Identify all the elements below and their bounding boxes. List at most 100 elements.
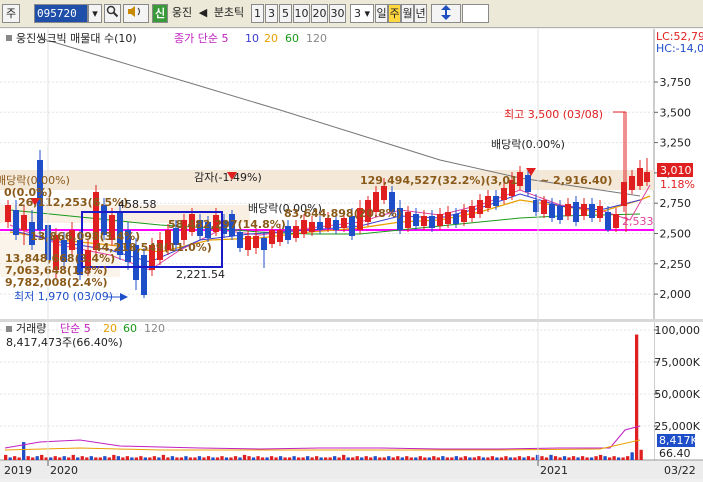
- box-low-annotation: 2,221.54: [176, 268, 225, 281]
- candle: [21, 215, 27, 230]
- volume-bar: [612, 456, 616, 460]
- volume-bar: [445, 457, 449, 460]
- updown-arrow-icon[interactable]: [431, 4, 461, 23]
- volume-bar: [256, 456, 260, 460]
- period-week[interactable]: 주: [388, 4, 401, 23]
- volume-bar: [202, 457, 206, 460]
- interval-1[interactable]: 1: [251, 4, 264, 23]
- ma20-legend: 20: [264, 32, 278, 45]
- tick-interval-label[interactable]: 분초틱: [208, 4, 250, 23]
- candle: [549, 204, 555, 218]
- volume-bar: [139, 456, 143, 460]
- current-pct: 1.18%: [660, 178, 695, 191]
- volume-bar: [17, 457, 21, 460]
- volume-bar: [328, 457, 332, 460]
- volume-bar: [490, 456, 495, 460]
- volume-bar: [152, 456, 157, 460]
- candle: [477, 200, 483, 214]
- blank-input[interactable]: [462, 4, 489, 23]
- volume-bar: [53, 456, 57, 460]
- candle: [245, 236, 251, 250]
- arrow-left-icon[interactable]: ◀: [198, 4, 208, 23]
- period-year[interactable]: 년: [414, 4, 427, 23]
- candle: [237, 232, 243, 248]
- new-badge[interactable]: 신: [152, 4, 168, 23]
- volume-bar: [553, 456, 558, 460]
- interval-20[interactable]: 20: [311, 4, 328, 23]
- box-high-annotation: 458.58: [118, 198, 157, 211]
- volume-bar: [125, 456, 129, 460]
- volume-bar: [58, 457, 62, 460]
- chart-area[interactable]: 웅진씽크빅 매물대 수(10) 종가 단순 5 10 20 60 120 LC:…: [0, 29, 703, 479]
- candle: [629, 176, 635, 190]
- volume-bar: [387, 456, 391, 460]
- low-annotation: 최저 1,970 (03/09): [14, 290, 113, 303]
- volume-bar: [549, 454, 553, 460]
- candle: [277, 230, 283, 242]
- volume-bar: [499, 457, 504, 460]
- volume-bar: [589, 457, 594, 460]
- interval-select[interactable]: 3 ▾: [350, 4, 374, 23]
- volume-tick-label: 75,000K: [654, 356, 700, 369]
- ma5-legend: 종가 단순 5: [174, 32, 228, 45]
- volume-bar: [31, 457, 35, 460]
- volume-bar: [495, 457, 499, 460]
- speaker-icon[interactable]: [123, 4, 149, 23]
- price-tick-label: 3,250: [660, 137, 692, 150]
- volume-bar: [296, 457, 301, 460]
- volume-bar: [504, 456, 508, 460]
- interval-10[interactable]: 10: [293, 4, 310, 23]
- candle: [405, 212, 411, 228]
- volume-bar: [265, 457, 269, 460]
- volume-bar: [436, 457, 440, 460]
- volume-profile-label-2: 83,644,898(20.8%): [284, 207, 402, 220]
- volume-bar: [8, 457, 12, 460]
- volume-bar: [35, 456, 39, 460]
- ma60-legend: 60: [285, 32, 299, 45]
- volume-bar: [251, 457, 256, 460]
- chart-type-select[interactable]: 주: [2, 4, 20, 23]
- interval-30[interactable]: 30: [329, 4, 346, 23]
- volume-bar: [625, 456, 630, 460]
- volume-bar: [616, 457, 621, 460]
- stock-chart[interactable]: 웅진씽크빅 매물대 수(10) 종가 단순 5 10 20 60 120 LC:…: [0, 29, 703, 479]
- period-day[interactable]: 일: [375, 4, 388, 23]
- interval-5[interactable]: 5: [279, 4, 292, 23]
- volume-bar: [423, 457, 427, 460]
- volume-bar: [130, 457, 134, 460]
- volume-bar: [193, 457, 197, 460]
- volume-bar: [432, 456, 436, 460]
- volume-bar: [454, 456, 459, 460]
- candle: [261, 238, 267, 250]
- candle: [573, 202, 579, 222]
- ma120-legend: 120: [306, 32, 327, 45]
- volume-bar: [283, 457, 287, 460]
- volume-bar: [319, 457, 323, 460]
- candle: [589, 204, 595, 218]
- volume-bar: [346, 457, 350, 460]
- magnifier-icon[interactable]: [104, 4, 121, 23]
- candle: [253, 236, 259, 248]
- stock-code-input[interactable]: 095720: [34, 4, 88, 23]
- volume-bar: [215, 457, 220, 460]
- interval-3[interactable]: 3: [265, 4, 278, 23]
- volume-ma20-legend: 20: [103, 322, 117, 335]
- candle: [469, 206, 475, 218]
- volume-bar: [535, 454, 540, 460]
- candle: [637, 168, 643, 186]
- candle: [429, 216, 435, 228]
- dropdown-icon[interactable]: ▾: [88, 4, 102, 23]
- volume-bar: [324, 457, 328, 460]
- volume-tick-label: 25,000K: [654, 420, 700, 433]
- volume-bar: [396, 456, 400, 460]
- period-month[interactable]: 월: [401, 4, 414, 23]
- volume-bar: [414, 457, 418, 460]
- volume-bar: [44, 457, 48, 460]
- volume-bar: [567, 457, 571, 460]
- volume-ma120-legend: 120: [144, 322, 165, 335]
- volume-bar: [166, 457, 170, 460]
- candle: [445, 212, 451, 224]
- volume-bar: [378, 457, 382, 460]
- volume-bar: [369, 457, 373, 460]
- volume-bar: [184, 456, 188, 460]
